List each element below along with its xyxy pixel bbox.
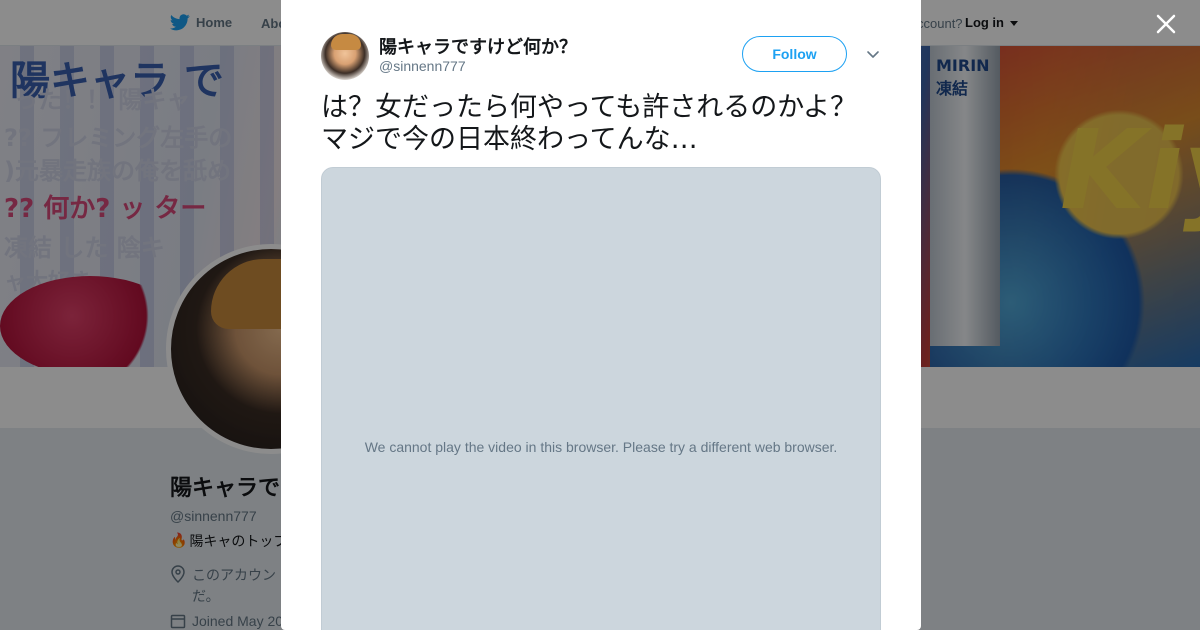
tweet-author-name[interactable]: 陽キャラですけど何か？ — [379, 33, 577, 59]
video-error-message: We cannot play the video in this browser… — [364, 439, 838, 455]
tweet-modal: 陽キャラですけど何か？ @sinnenn777 Follow は？女だったら何や… — [281, 0, 921, 630]
chevron-down-icon[interactable] — [865, 46, 881, 62]
tweet-author-handle[interactable]: @sinnenn777 — [379, 58, 466, 74]
close-icon[interactable] — [1152, 10, 1180, 38]
video-player[interactable]: We cannot play the video in this browser… — [321, 167, 881, 630]
tweet-author-avatar[interactable] — [321, 32, 369, 80]
tweet-text: は？女だったら何やっても許されるのかよ？マジで今の日本終わってんな… — [321, 92, 857, 155]
follow-button[interactable]: Follow — [742, 36, 847, 72]
